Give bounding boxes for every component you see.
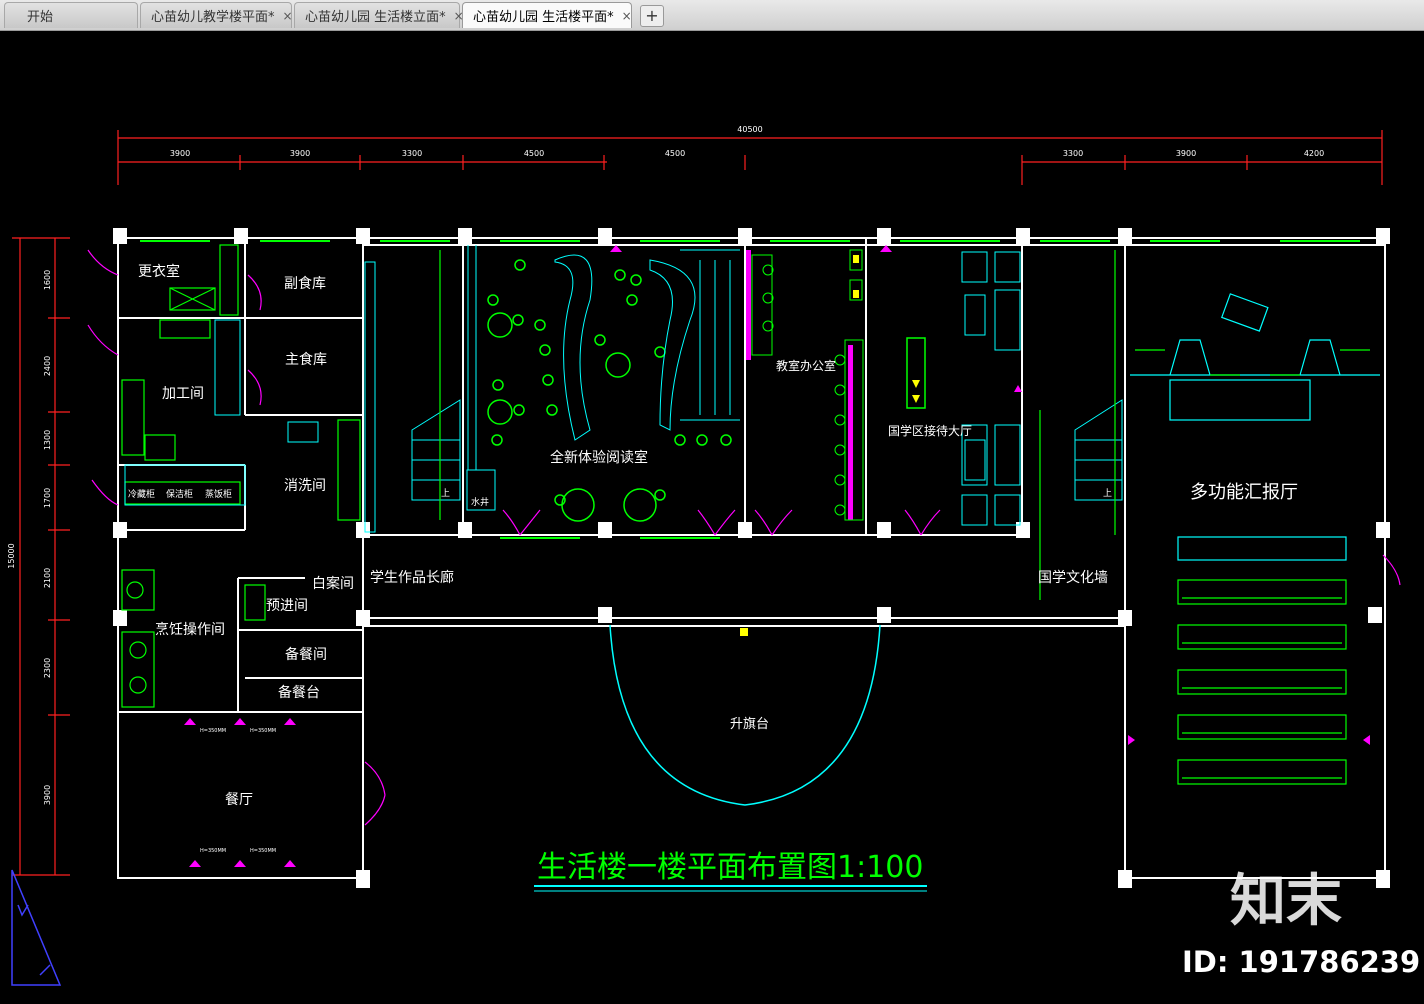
dim-label: 1300 [43, 430, 52, 450]
tab-label: 心苗幼儿园 生活楼立面* [305, 10, 446, 25]
tab-start[interactable]: 开始 [4, 2, 138, 28]
dim-label: 1700 [43, 488, 52, 508]
dim-total: 15000 [7, 543, 16, 568]
stair-label: 上 [441, 488, 450, 499]
fixture-label: 水井 [471, 496, 489, 508]
cad-drawing: 40500 3900 3900 3300 4500 4500 3300 3900… [7, 125, 1420, 986]
left-dimensions [12, 237, 70, 876]
room-label: 教室办公室 [776, 358, 836, 373]
room-label: 主食库 [285, 351, 327, 368]
height-label: H=350MM [250, 728, 276, 734]
left-dimension-labels: 15000 1600 2400 1300 1700 2100 2300 3900 [7, 270, 52, 805]
watermark-id: ID: 191786239 [1182, 945, 1420, 979]
watermark-brand: 知末 [1230, 869, 1342, 934]
room-label: 多功能汇报厅 [1190, 482, 1298, 503]
flag-pole [740, 628, 748, 636]
height-label: H=350MM [200, 848, 226, 854]
small-labels: 冷藏柜 保洁柜 蒸饭柜 水井 上 上 [128, 488, 1112, 508]
tab-teaching-plan[interactable]: 心苗幼儿教学楼平面* × [140, 2, 293, 28]
drawing-title: 生活楼一楼平面布置图1:100 [537, 850, 923, 885]
reception-furniture [961, 251, 1021, 526]
office-desks [751, 249, 864, 521]
close-icon[interactable]: × [283, 9, 293, 23]
room-label: 备餐间 [285, 646, 327, 663]
room-label: 国学文化墙 [1038, 570, 1108, 586]
dim-label: 3900 [43, 785, 52, 805]
ucs-icon [11, 869, 62, 986]
tab-life-plan[interactable]: 心苗幼儿园 生活楼平面* × [462, 2, 632, 28]
room-label: 全新体验阅读室 [550, 449, 648, 466]
top-dimension-labels: 40500 3900 3900 3300 4500 4500 3300 3900… [170, 125, 1324, 158]
dim-label: 2400 [43, 356, 52, 376]
room-label: 餐厅 [225, 792, 253, 808]
room-label: 烹饪操作间 [155, 621, 225, 638]
room-label: 学生作品长廊 [370, 569, 454, 586]
dim-label: 3900 [170, 149, 190, 158]
dim-label: 3900 [1176, 149, 1196, 158]
room-label: 预进间 [266, 598, 308, 614]
tab-label: 开始 [27, 10, 54, 25]
fixture-label: 保洁柜 [166, 488, 193, 500]
room-label: 白案间 [312, 575, 354, 592]
fixture-label: 冷藏柜 [128, 488, 155, 500]
room-label: 国学区接待大厅 [888, 423, 972, 438]
room-label: 加工间 [162, 386, 204, 402]
height-label: H=350MM [250, 848, 276, 854]
stairs [364, 261, 1123, 533]
height-labels: H=350MM H=350MM H=350MM H=350MM [200, 728, 276, 854]
close-icon[interactable]: × [622, 9, 632, 23]
dim-total: 40500 [737, 125, 762, 134]
dim-label: 3900 [290, 149, 310, 158]
tab-bar: 开始 心苗幼儿教学楼平面* × 心苗幼儿园 生活楼立面* × 心苗幼儿园 生活楼… [0, 0, 1424, 31]
reception-lamps [912, 380, 920, 403]
drawing-canvas[interactable]: 40500 3900 3900 3300 4500 4500 3300 3900… [0, 31, 1424, 1000]
hall-stage [1130, 293, 1380, 561]
new-tab-button[interactable]: + [640, 5, 664, 27]
dim-label: 4500 [665, 149, 685, 158]
room-label: 升旗台 [730, 716, 769, 732]
tab-label: 心苗幼儿教学楼平面* [151, 10, 275, 25]
dim-label: 4500 [524, 149, 544, 158]
dim-label: 1600 [43, 270, 52, 290]
tab-life-elevation[interactable]: 心苗幼儿园 生活楼立面* × [294, 2, 464, 28]
office-lamps [853, 255, 859, 298]
room-label: 消洗间 [284, 478, 326, 494]
room-label: 更衣室 [138, 263, 180, 280]
dim-label: 2100 [43, 568, 52, 588]
dim-label: 3300 [402, 149, 422, 158]
room-label: 副食库 [284, 275, 326, 292]
flag-platform [609, 624, 881, 806]
fixture-label: 蒸饭柜 [205, 488, 232, 500]
room-label: 备餐台 [278, 684, 320, 701]
dim-label: 3300 [1063, 149, 1083, 158]
tab-label: 心苗幼儿园 生活楼平面* [473, 10, 614, 25]
markers [184, 245, 1370, 867]
height-label: H=350MM [200, 728, 226, 734]
dim-label: 4200 [1304, 149, 1324, 158]
dim-label: 2300 [43, 658, 52, 678]
stair-label: 上 [1103, 488, 1112, 499]
